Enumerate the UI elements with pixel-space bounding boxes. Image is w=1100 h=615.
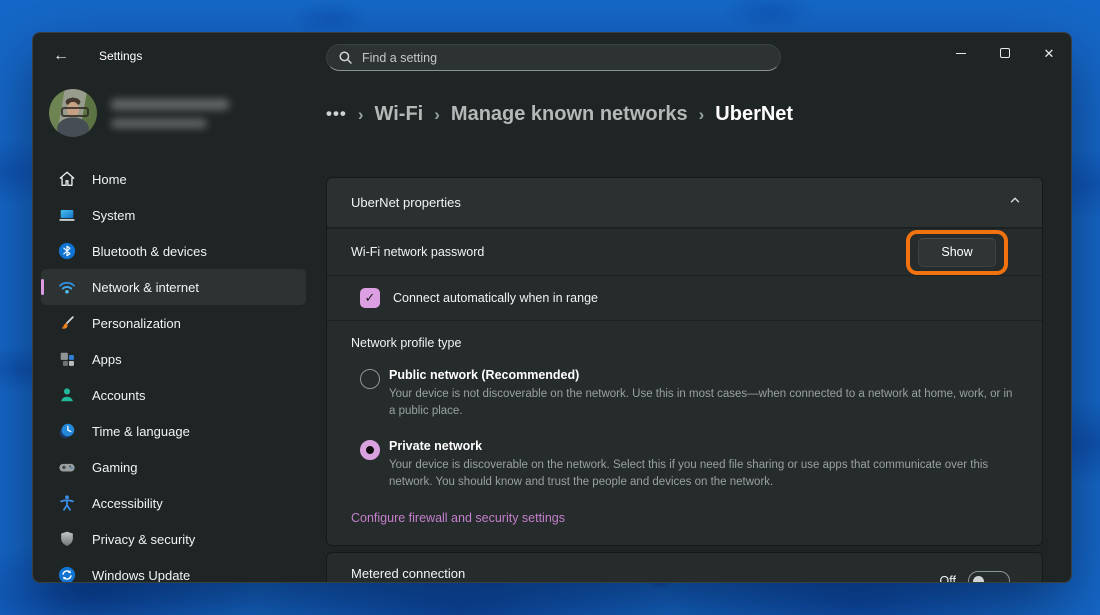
metered-connection-title: Metered connection [351, 566, 831, 581]
gaming-icon [57, 457, 77, 477]
autoconnect-checkbox[interactable]: ✓ [360, 288, 380, 308]
apps-icon [57, 349, 77, 369]
settings-content: UberNet properties Wi-Fi network passwor… [326, 177, 1043, 583]
sidebar-item-label: Network & internet [92, 280, 199, 295]
settings-window: ← Settings ✕ Home [32, 32, 1072, 583]
sidebar-item-label: Accounts [92, 388, 145, 403]
close-button[interactable]: ✕ [1027, 33, 1071, 73]
sidebar-item-gaming[interactable]: Gaming [41, 449, 306, 485]
sidebar-item-label: Windows Update [92, 568, 190, 583]
privacy-icon [57, 529, 77, 549]
breadcrumb-ellipsis-button[interactable]: ••• [326, 104, 347, 124]
main-panel: ••• › Wi-Fi › Manage known networks › Ub… [326, 79, 1071, 582]
public-network-option[interactable]: Public network (Recommended) Your device… [351, 368, 1018, 421]
private-network-description: Your device is discoverable on the netwo… [389, 457, 1018, 492]
sidebar-item-label: Privacy & security [92, 532, 195, 547]
windows-update-icon [57, 565, 77, 583]
window-controls: ✕ [939, 33, 1071, 79]
metered-connection-toggle[interactable] [968, 571, 1010, 583]
network-profile-section: Network profile type Public network (Rec… [327, 320, 1042, 545]
minimize-icon [956, 53, 966, 54]
accessibility-icon [57, 493, 77, 513]
search-input[interactable] [362, 51, 768, 65]
chevron-right-icon: › [358, 104, 364, 125]
sidebar-item-accounts[interactable]: Accounts [41, 377, 306, 413]
wifi-password-label: Wi-Fi network password [351, 245, 484, 259]
sidebar-item-label: Gaming [92, 460, 138, 475]
close-icon: ✕ [1044, 47, 1055, 60]
properties-expander-header[interactable]: UberNet properties [327, 178, 1042, 228]
personalization-icon [57, 313, 77, 333]
public-network-description: Your device is not discoverable on the n… [389, 386, 1018, 421]
sidebar-item-accessibility[interactable]: Accessibility [41, 485, 306, 521]
metered-connection-card: Metered connection Some apps might work … [326, 552, 1043, 583]
wifi-password-row: Wi-Fi network password Show [327, 228, 1042, 275]
autoconnect-label: Connect automatically when in range [393, 291, 598, 305]
user-email-blurred [111, 119, 207, 128]
sidebar-item-time-language[interactable]: Time & language [41, 413, 306, 449]
back-arrow-icon: ← [53, 47, 69, 65]
properties-header-label: UberNet properties [351, 195, 461, 210]
avatar [49, 89, 97, 137]
user-block[interactable] [33, 87, 326, 157]
back-button[interactable]: ← [45, 41, 77, 71]
user-name-blurred [111, 99, 229, 110]
sidebar-item-privacy-security[interactable]: Privacy & security [41, 521, 306, 557]
titlebar: ← Settings ✕ [33, 33, 1071, 79]
sidebar-item-label: Home [92, 172, 127, 187]
system-icon [57, 205, 77, 225]
autoconnect-row: ✓ Connect automatically when in range [327, 275, 1042, 320]
bluetooth-icon [57, 241, 77, 261]
breadcrumb-ubernet: UberNet [715, 103, 793, 126]
sidebar-item-personalization[interactable]: Personalization [41, 305, 306, 341]
toggle-knob [973, 576, 984, 584]
maximize-icon [1000, 48, 1010, 58]
minimize-button[interactable] [939, 33, 983, 73]
metered-connection-row: Metered connection Some apps might work … [327, 553, 1042, 583]
time-language-icon [57, 421, 77, 441]
configure-firewall-link[interactable]: Configure firewall and security settings [351, 511, 565, 525]
app-title: Settings [99, 49, 142, 63]
sidebar-item-label: Time & language [92, 424, 190, 439]
sidebar-item-home[interactable]: Home [41, 161, 306, 197]
sidebar: Home System [33, 79, 326, 582]
search-box[interactable] [326, 44, 781, 71]
sidebar-item-system[interactable]: System [41, 197, 306, 233]
chevron-right-icon: › [699, 104, 705, 125]
sidebar-item-label: Personalization [92, 316, 181, 331]
breadcrumb: ••• › Wi-Fi › Manage known networks › Ub… [326, 79, 1071, 131]
sidebar-item-label: System [92, 208, 135, 223]
chevron-up-icon [1008, 193, 1022, 212]
home-icon [57, 169, 77, 189]
sidebar-item-label: Apps [92, 352, 122, 367]
breadcrumb-wifi[interactable]: Wi-Fi [375, 103, 424, 126]
sidebar-item-windows-update[interactable]: Windows Update [41, 557, 306, 583]
sidebar-item-apps[interactable]: Apps [41, 341, 306, 377]
maximize-button[interactable] [983, 33, 1027, 73]
chevron-right-icon: › [434, 104, 440, 125]
sidebar-nav: Home System [41, 161, 306, 583]
sidebar-item-label: Accessibility [92, 496, 163, 511]
network-profile-type-label: Network profile type [351, 336, 1018, 350]
network-icon [57, 277, 77, 297]
private-network-option[interactable]: Private network Your device is discovera… [351, 439, 1018, 492]
show-password-button[interactable]: Show [918, 238, 996, 267]
sidebar-item-network-internet[interactable]: Network & internet [41, 269, 306, 305]
sidebar-item-label: Bluetooth & devices [92, 244, 207, 259]
metered-toggle-state-label: Off [940, 574, 956, 583]
search-icon [339, 51, 352, 64]
private-network-radio[interactable] [360, 440, 380, 460]
public-network-radio[interactable] [360, 369, 380, 389]
public-network-title: Public network (Recommended) [389, 368, 1018, 382]
private-network-title: Private network [389, 439, 1018, 453]
ubernet-properties-card: UberNet properties Wi-Fi network passwor… [326, 177, 1043, 546]
annotation-highlight-ring: Show [906, 230, 1008, 275]
accounts-icon [57, 385, 77, 405]
breadcrumb-manage-known-networks[interactable]: Manage known networks [451, 103, 688, 126]
sidebar-item-bluetooth[interactable]: Bluetooth & devices [41, 233, 306, 269]
